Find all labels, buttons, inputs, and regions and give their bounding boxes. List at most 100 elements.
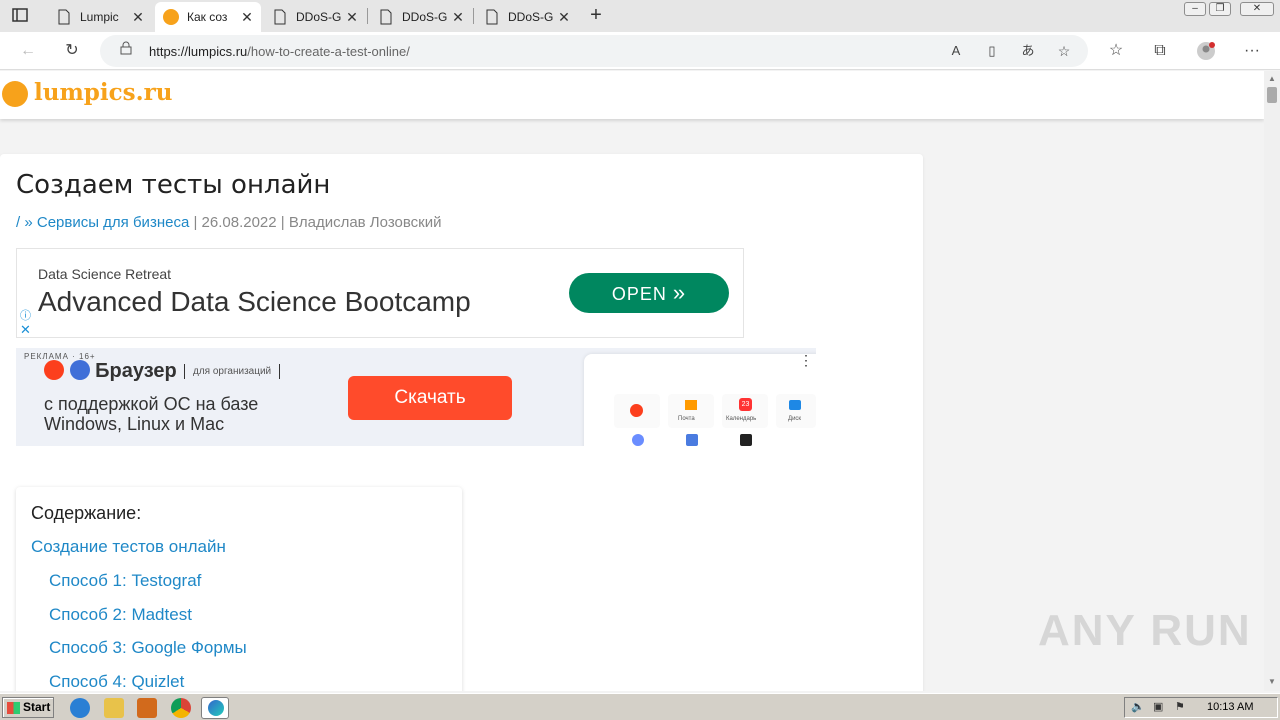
mock-tile: 23 Календарь [722,394,768,428]
translate-icon[interactable]: あ [1018,41,1038,61]
page-icon [380,9,392,25]
yandex-logo-icon [44,360,64,380]
ad-info-icon[interactable]: ⓘ [20,307,31,323]
ad-close-icon[interactable]: ✕ [20,322,31,338]
download-button[interactable]: Скачать [348,376,512,420]
scroll-up-icon[interactable]: ▲ [1268,74,1276,83]
close-icon[interactable]: ✕ [239,9,255,25]
browser-toolbar: ← ↻ https://lumpics.ru/how-to-create-a-t… [0,32,1280,70]
ad-open-button[interactable]: OPEN » [569,273,729,313]
close-icon[interactable]: ✕ [130,9,146,25]
mock-tile: Почта [668,394,714,428]
page-viewport: lumpics.ru Создаем тесты онлайн / » Серв… [0,71,1264,691]
yandex-browser-logo-icon [69,360,90,380]
ie-icon[interactable] [70,698,90,718]
toc-link[interactable]: Способ 2: Madtest [49,605,192,625]
close-icon[interactable]: ✕ [344,9,360,25]
flag-icon[interactable]: ⚑ [1175,700,1189,714]
edge-icon [208,700,224,716]
meta-separator: | [189,214,202,231]
explorer-icon[interactable] [104,698,124,718]
close-icon[interactable]: ✕ [556,9,572,25]
more-menu-icon[interactable]: ··· [1242,41,1262,61]
clock[interactable]: 10:13 AM [1207,701,1253,713]
immersive-reader-icon[interactable]: ▯ [982,41,1002,61]
close-window-button[interactable]: ✕ [1240,2,1274,16]
tab-ddos-3[interactable]: DDoS-G ✕ [476,2,578,32]
ad-org-tag: для организаций [184,364,281,379]
page-scrollbar[interactable]: ▲ ▼ [1264,71,1280,691]
ad-headline[interactable]: Advanced Data Science Bootcamp [38,286,471,318]
scroll-down-icon[interactable]: ▼ [1268,677,1276,686]
page-icon [274,9,286,25]
media-player-icon[interactable] [137,698,157,718]
collections-icon[interactable]: ⧉ [1150,41,1170,61]
page-icon [58,9,70,25]
network-icon[interactable]: ▣ [1153,700,1167,714]
address-bar[interactable]: https://lumpics.ru/how-to-create-a-test-… [100,35,1088,67]
ad-advertiser: Data Science Retreat [38,266,172,282]
breadcrumb-separator: » [20,214,37,231]
toc-link[interactable]: Способ 1: Testograf [49,571,201,591]
ad-text: с поддержкой ОС на базе Windows, Linux и… [44,394,259,434]
site-logo[interactable]: lumpics.ru [34,79,172,106]
taskbar: Start 🔈 ▣ ⚑ 10:13 AM [0,693,1280,720]
mock-tile: Диск [776,394,816,428]
article-card: Создаем тесты онлайн / » Сервисы для биз… [0,154,923,691]
chrome-icon[interactable] [171,698,191,718]
ad-brand-name: Браузер [95,360,177,382]
mock-icon [740,434,752,446]
kebab-menu-icon[interactable]: ⋮ [799,352,813,369]
url-text[interactable]: https://lumpics.ru/how-to-create-a-test-… [149,44,410,59]
mock-label: Календарь [726,416,757,422]
read-aloud-icon[interactable]: A [946,41,966,61]
orange-logo-icon[interactable] [2,81,28,107]
toc-link[interactable]: Создание тестов онлайн [31,537,226,557]
anyrun-watermark: ANY RUN [1038,606,1252,655]
tab-lumpics[interactable]: Lumpic ✕ [48,2,152,32]
mock-label: Диск [788,416,802,422]
category-link[interactable]: Сервисы для бизнеса [37,214,189,231]
mock-icon [632,434,644,446]
edge-taskbar-button[interactable] [201,697,229,719]
start-button[interactable]: Start [2,697,54,718]
meta-separator: | [276,214,289,231]
toc-link[interactable]: Способ 3: Google Формы [49,638,247,658]
back-icon[interactable]: ← [18,41,38,61]
page-icon [486,9,498,25]
double-chevron-icon: » [672,280,687,305]
article-title: Создаем тесты онлайн [16,170,331,200]
tab-active[interactable]: Как соз ✕ [155,2,261,32]
article-meta: / » Сервисы для бизнеса | 26.08.2022 | В… [16,214,442,231]
ad-open-label: OPEN [611,284,667,304]
favorites-icon[interactable]: ☆ [1106,41,1126,61]
article-date: 26.08.2022 [201,214,277,231]
restore-button[interactable]: ❐ [1209,2,1231,16]
scroll-thumb[interactable] [1267,87,1277,103]
tab-divider [473,8,474,24]
system-tray: 🔈 ▣ ⚑ 10:13 AM [1124,697,1278,718]
tab-ddos-2[interactable]: DDoS-G ✕ [370,2,472,32]
volume-icon[interactable]: 🔈 [1131,700,1145,714]
url-domain: https://lumpics.ru [149,44,248,59]
tab-title: Как соз [187,10,228,24]
tab-actions-icon[interactable] [10,6,32,26]
mock-icon [686,434,698,446]
tab-strip: Lumpic ✕ Как соз ✕ DDoS-G ✕ DDoS-G ✕ DDo… [0,0,1280,32]
profile-avatar-icon[interactable] [1196,41,1216,61]
article-author[interactable]: Владислав Лозовский [289,214,442,231]
minimize-button[interactable]: – [1184,2,1206,16]
orange-favicon-icon [163,9,179,25]
lock-icon[interactable] [116,41,136,61]
add-favorite-icon[interactable]: ☆ [1054,41,1074,61]
new-tab-button[interactable]: + [585,5,607,27]
ad-banner-yandex[interactable]: РЕКЛАМА · 16+ Браузер для организаций с … [16,348,816,446]
close-icon[interactable]: ✕ [450,9,466,25]
refresh-icon[interactable]: ↻ [62,41,82,61]
tab-ddos-1[interactable]: DDoS-G ✕ [264,2,366,32]
toc-link[interactable]: Способ 4: Quizlet [49,672,184,691]
tab-title: DDoS-G [402,10,448,24]
tab-divider [367,8,368,24]
ad-banner-bootcamp[interactable]: Data Science Retreat Advanced Data Scien… [16,248,744,338]
disk-tile-icon [789,400,801,410]
